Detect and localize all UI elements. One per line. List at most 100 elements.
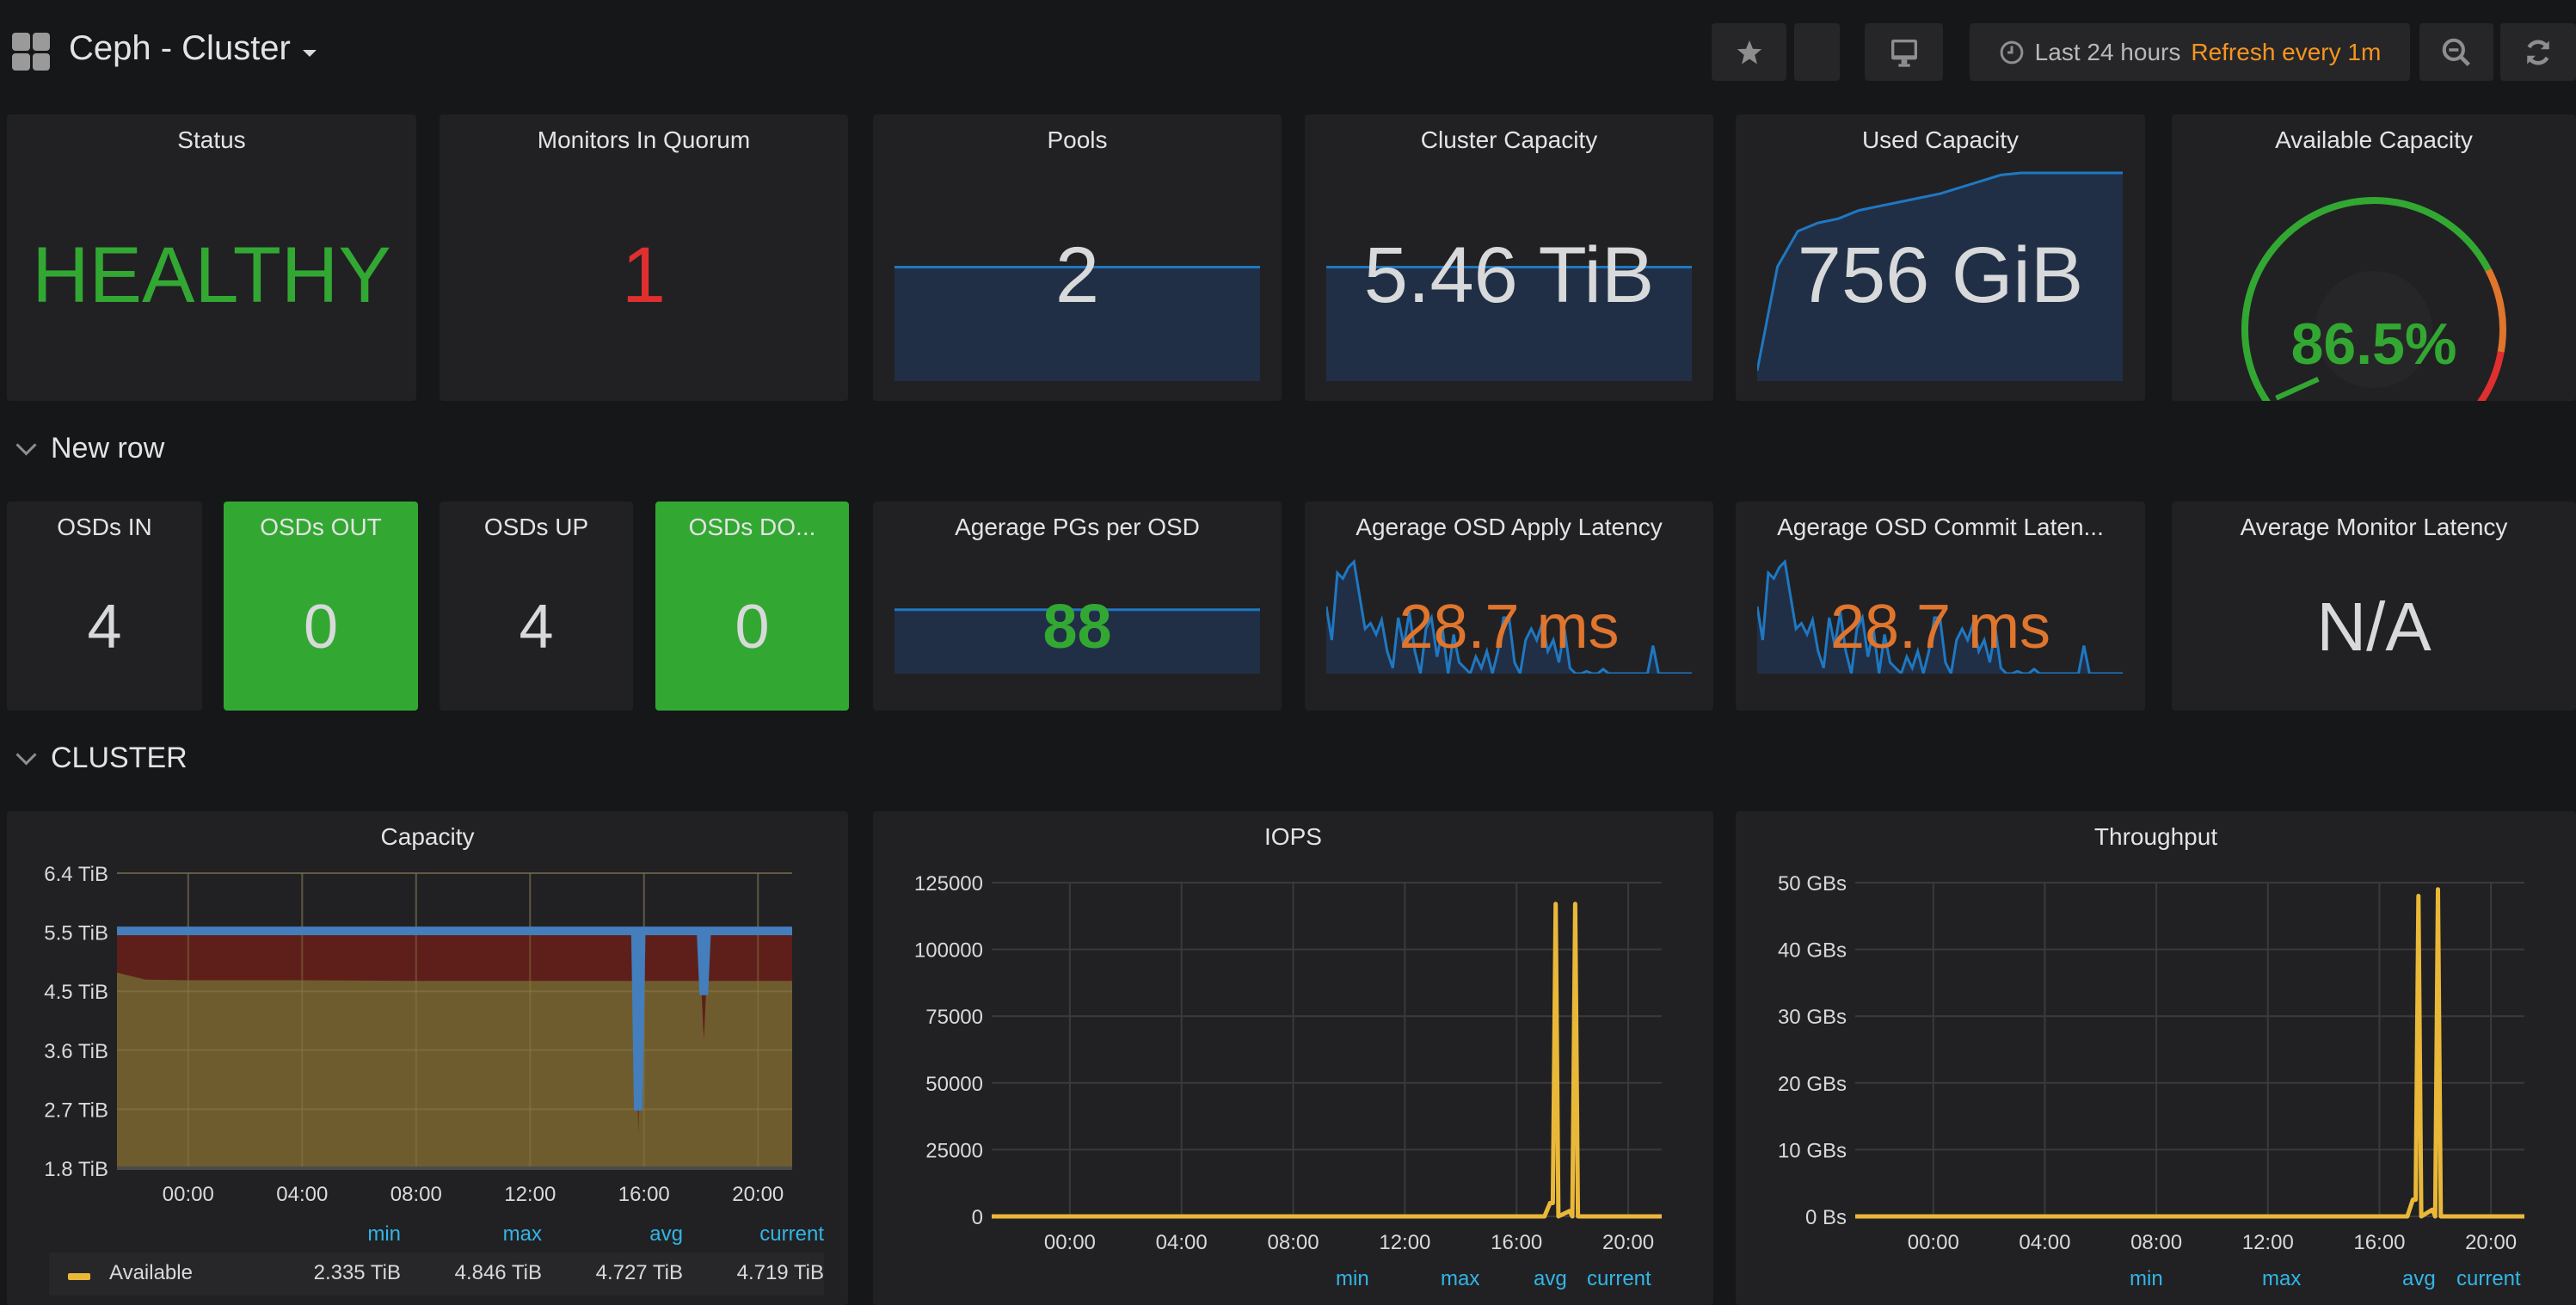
legend-header-min[interactable]: min: [1336, 1267, 1369, 1291]
y-tick-label: 6.4 TiB: [44, 863, 108, 886]
x-tick-label: 04:00: [1156, 1231, 1208, 1254]
y-tick-label: 2.7 TiB: [44, 1099, 108, 1122]
share-button[interactable]: [1794, 23, 1840, 81]
commit-latency-value: 28.7 ms: [1829, 593, 2051, 662]
throughput-chart[interactable]: 0 Bs 10 GBs 20 GBs 30 GBs 40 GBs 50 GBs 00:00 0…: [1736, 811, 2576, 1259]
legend-header-max[interactable]: max: [1441, 1267, 1479, 1291]
legend-header-avg[interactable]: avg: [649, 1222, 683, 1247]
panel-title: Status: [177, 126, 246, 153]
y-tick-label: 0: [972, 1206, 983, 1229]
panel-title: Used Capacity: [1861, 126, 2020, 153]
osds-down-value: 0: [735, 593, 770, 662]
capacity-chart[interactable]: 1.8 TiB 2.7 TiB 3.6 TiB 4.5 TiB 5.5 TiB 6.4 T…: [7, 811, 848, 1216]
legend-header-current[interactable]: current: [759, 1222, 824, 1247]
y-tick-label: 0 Bs: [1805, 1206, 1847, 1229]
y-tick-label: 75000: [925, 1006, 983, 1029]
legend-header-current[interactable]: current: [1587, 1267, 1651, 1291]
used-capacity-value: 756 GiB: [1797, 231, 2084, 319]
legend-header-min[interactable]: min: [367, 1222, 401, 1247]
series-line: [992, 902, 1662, 1219]
osds-out-panel: OSDs OUT 0: [224, 502, 418, 711]
row-header-cluster[interactable]: CLUSTER: [15, 742, 188, 775]
legend-header-max[interactable]: max: [503, 1222, 542, 1247]
x-tick-label: 12:00: [504, 1183, 556, 1206]
y-tick-label: 40 GBs: [1778, 939, 1847, 963]
panel-title: Average Monitor Latency: [2240, 514, 2508, 540]
panel-title: Agerage PGs per OSD: [955, 514, 1200, 540]
panel-title: OSDs IN: [57, 514, 152, 540]
panel-title: OSDs UP: [483, 514, 589, 540]
chevron-down-icon: [15, 434, 37, 456]
x-tick-label: 20:00: [732, 1183, 784, 1206]
x-tick-label: 08:00: [2130, 1231, 2182, 1254]
y-tick-label: 1.8 TiB: [44, 1158, 108, 1181]
gauge-needle: [2275, 377, 2320, 401]
legend-header-avg[interactable]: avg: [2402, 1267, 2436, 1291]
legend-header-min[interactable]: min: [2130, 1267, 2163, 1291]
series-color-swatch: [68, 1273, 90, 1280]
osds-in-value: 4: [87, 593, 122, 662]
avg-pgs-panel: Agerage PGs per OSD 88: [873, 502, 1282, 711]
y-tick-label: 25000: [925, 1139, 983, 1162]
status-value: HEALTHY: [32, 231, 391, 319]
legend-row-available[interactable]: Available 2.335 TiB 4.846 TiB 4.727 TiB …: [49, 1253, 824, 1296]
iops-chart[interactable]: 0 25000 50000 75000 100000 125000 00:00 04:00 08…: [873, 811, 1713, 1259]
commit-latency-panel: Agerage OSD Commit Laten... 28.7 ms: [1736, 502, 2145, 711]
x-tick-label: 16:00: [618, 1183, 670, 1206]
status-panel: Status HEALTHY: [7, 114, 416, 401]
y-tick-label: 20 GBs: [1778, 1073, 1847, 1096]
x-tick-label: 20:00: [1602, 1231, 1654, 1254]
apps-grid-icon[interactable]: [12, 33, 50, 71]
pools-panel: Pools 2: [873, 114, 1282, 401]
star-icon: [1737, 40, 1761, 64]
available-capacity-value: 86.5%: [2290, 311, 2457, 377]
cluster-capacity-panel: Cluster Capacity 5.46 TiB: [1305, 114, 1713, 401]
y-tick-label: 100000: [914, 939, 983, 963]
monitors-value: 1: [621, 231, 667, 319]
refresh-icon: [2527, 40, 2549, 65]
x-tick-label: 00:00: [163, 1183, 214, 1206]
osds-out-value: 0: [303, 593, 339, 662]
y-tick-label: 125000: [914, 872, 983, 896]
legend-avg: 4.727 TiB: [595, 1261, 683, 1284]
apply-latency-value: 28.7 ms: [1399, 593, 1620, 662]
tv-mode-button[interactable]: [1865, 23, 1943, 81]
time-range-label: Last 24 hours: [2034, 38, 2181, 65]
used-capacity-panel: Used Capacity 756 GiB: [1736, 114, 2145, 401]
x-tick-label: 16:00: [1491, 1231, 1542, 1254]
osds-up-panel: OSDs UP 4: [440, 502, 633, 711]
legend-header-max[interactable]: max: [2262, 1267, 2301, 1291]
osds-in-panel: OSDs IN 4: [7, 502, 202, 711]
panel-title: Pools: [1047, 126, 1108, 153]
cluster-capacity-value: 5.46 TiB: [1363, 231, 1655, 319]
legend-header-current[interactable]: current: [2456, 1267, 2521, 1291]
star-button[interactable]: [1712, 23, 1786, 81]
legend-current: 4.719 TiB: [736, 1261, 824, 1284]
panel-title: Agerage OSD Commit Laten...: [1777, 514, 2104, 540]
y-tick-label: 10 GBs: [1778, 1139, 1847, 1162]
panel-title: Agerage OSD Apply Latency: [1356, 514, 1663, 540]
pools-value: 2: [1054, 231, 1100, 319]
osds-down-panel: OSDs DO... 0: [655, 502, 849, 711]
y-tick-label: 5.5 TiB: [44, 922, 108, 945]
refresh-button[interactable]: [2500, 23, 2576, 81]
row-title: New row: [51, 432, 165, 465]
caret-down-icon: [302, 49, 317, 57]
dashboard-title-dropdown[interactable]: Ceph - Cluster: [69, 29, 317, 68]
y-tick-label: 50 GBs: [1778, 872, 1847, 896]
x-tick-label: 08:00: [1268, 1231, 1319, 1254]
time-picker-button[interactable]: Last 24 hours Refresh every 1m: [1970, 23, 2410, 81]
monitor-latency-value: N/A: [2316, 588, 2432, 665]
monitor-icon: [1891, 39, 1917, 67]
x-tick-label: 04:00: [2019, 1231, 2070, 1254]
y-tick-label: 4.5 TiB: [44, 981, 108, 1004]
chevron-down-icon: [15, 744, 37, 766]
row-header-new-row[interactable]: New row: [15, 432, 165, 465]
series-line: [1855, 887, 2524, 1219]
x-tick-label: 20:00: [2465, 1231, 2517, 1254]
zoom-out-button[interactable]: [2419, 23, 2493, 81]
y-tick-label: 30 GBs: [1778, 1006, 1847, 1029]
legend-header-avg[interactable]: avg: [1534, 1267, 1567, 1291]
x-tick-label: 00:00: [1908, 1231, 1959, 1254]
x-tick-label: 16:00: [2353, 1231, 2405, 1254]
